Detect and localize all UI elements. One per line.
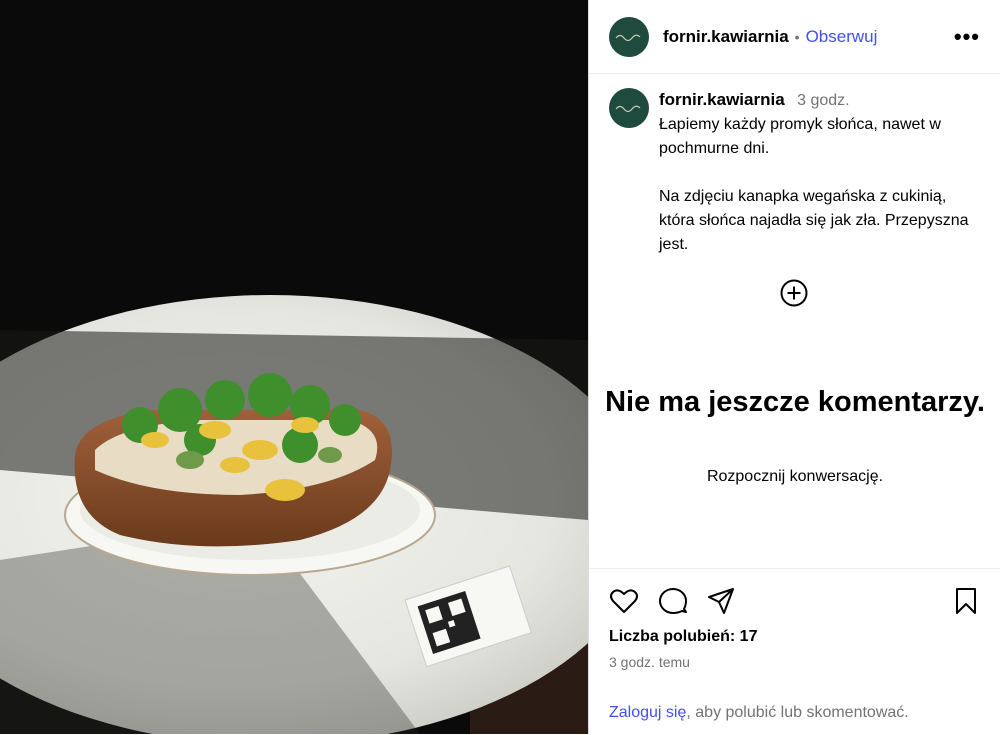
bookmark-icon[interactable] — [951, 586, 981, 616]
header-username[interactable]: fornir.kawiarnia — [663, 27, 789, 47]
follow-button[interactable]: Obserwuj — [806, 27, 878, 47]
caption: fornir.kawiarnia 3 godz. Łapiemy każdy p… — [589, 74, 1000, 257]
action-bar — [609, 586, 981, 616]
login-prompt: Zaloguj się, aby polubić lub skomentować… — [609, 704, 909, 722]
caption-username[interactable]: fornir.kawiarnia — [659, 90, 785, 109]
login-prompt-text: , aby polubić lub skomentować. — [686, 704, 909, 721]
sandwich-photo — [0, 0, 588, 734]
post-header: fornir.kawiarnia • Obserwuj ••• — [589, 0, 1000, 74]
logo-icon — [615, 105, 641, 113]
post-image[interactable] — [0, 0, 588, 734]
avatar[interactable] — [609, 16, 649, 57]
logo-icon — [615, 34, 641, 41]
empty-comments-subtitle: Rozpocznij konwersację. — [706, 468, 884, 485]
login-link[interactable]: Zaloguj się — [609, 704, 686, 721]
caption-avatar[interactable] — [609, 88, 649, 128]
separator-dot: • — [794, 28, 800, 45]
share-icon[interactable] — [706, 586, 736, 616]
post-panel: fornir.kawiarnia • Obserwuj ••• fornir.k… — [588, 0, 1000, 734]
more-options-icon[interactable]: ••• — [954, 25, 980, 48]
comment-icon[interactable] — [658, 586, 688, 616]
plus-circle-icon[interactable] — [780, 279, 808, 307]
post-footer: Liczba polubień: 17 3 godz. temu Zaloguj… — [589, 568, 1000, 735]
likes-count[interactable]: Liczba polubień: 17 — [609, 628, 757, 646]
post-timestamp[interactable]: 3 godz. temu — [609, 654, 690, 670]
heart-icon[interactable] — [609, 586, 639, 616]
caption-text: Łapiemy każdy promyk słońca, nawet w poc… — [659, 116, 969, 253]
caption-time[interactable]: 3 godz. — [797, 92, 849, 109]
caption-body: fornir.kawiarnia 3 godz. Łapiemy każdy p… — [659, 88, 980, 257]
empty-comments-title: Nie ma jeszcze komentarzy. — [605, 386, 985, 418]
